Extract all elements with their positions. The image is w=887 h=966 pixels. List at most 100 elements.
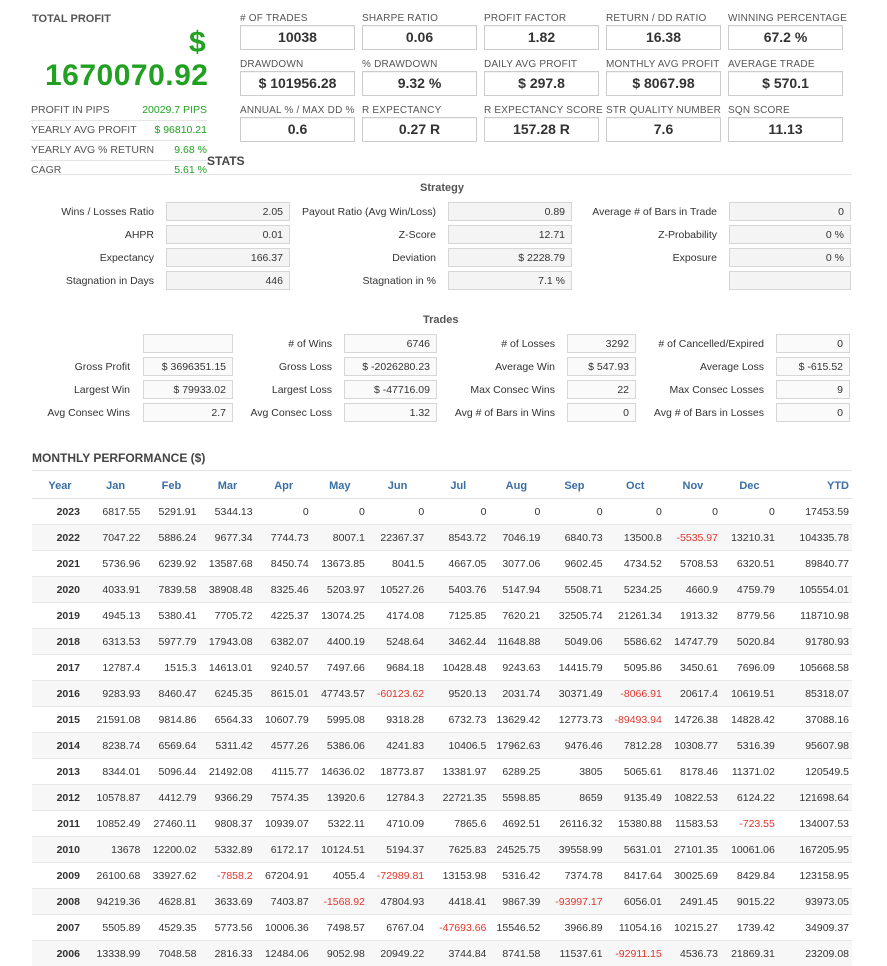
value-cell: 4055.4 (312, 863, 368, 889)
value-cell: 9602.45 (543, 551, 605, 577)
value-cell: 39558.99 (543, 837, 605, 863)
metric-label: SQN SCORE (728, 105, 790, 116)
column-header: Jan (88, 474, 143, 499)
value-cell: 8178.46 (665, 759, 721, 785)
value-cell: -5535.97 (665, 525, 721, 551)
metric-label: MONTHLY AVG PROFIT (606, 59, 720, 70)
value-cell: 95607.98 (778, 733, 852, 759)
side-stat-yearly-avg-return: YEARLY AVG % RETURN 9.68 % (31, 140, 207, 161)
strategy-label: Exposure (517, 252, 717, 264)
value-cell: 4529.35 (143, 915, 199, 941)
value-cell: 12200.02 (143, 837, 199, 863)
table-row: 200926100.6833927.62-7858.267204.914055.… (32, 863, 852, 889)
value-cell: 120549.5 (778, 759, 852, 785)
value-cell: 5736.96 (88, 551, 143, 577)
value-cell: 7374.78 (543, 863, 605, 889)
value-cell: 5194.37 (368, 837, 427, 863)
trades-label: Average Loss (564, 361, 764, 373)
value-cell: 17943.08 (199, 629, 255, 655)
value-cell: -7858.2 (199, 863, 255, 889)
side-stat-yearly-avg-profit: YEARLY AVG PROFIT $ 96810.21 (31, 120, 207, 141)
value-cell: -1568.92 (312, 889, 368, 915)
value-cell: 0 (543, 499, 605, 525)
value-cell: 10578.87 (88, 785, 143, 811)
metric-value: $ 297.8 (484, 71, 599, 96)
value-cell: 22367.37 (368, 525, 427, 551)
side-stat-value: 9.68 % (174, 144, 207, 156)
value-cell: 6320.51 (721, 551, 778, 577)
value-cell: 1515.3 (143, 655, 199, 681)
strategy-label: Average # of Bars in Trade (517, 206, 717, 218)
value-cell: 13920.6 (312, 785, 368, 811)
value-cell: 7625.83 (427, 837, 489, 863)
value-cell: 17962.63 (489, 733, 543, 759)
value-cell: 7047.22 (88, 525, 143, 551)
strategy-label: Expectancy (0, 252, 154, 264)
trades-label: Gross Profit (0, 361, 130, 373)
value-cell: -47693.66 (427, 915, 489, 941)
value-cell: 85318.07 (778, 681, 852, 707)
table-row: 20138344.015096.4421492.084115.7714636.0… (32, 759, 852, 785)
column-header: Year (32, 474, 88, 499)
value-cell: 121698.64 (778, 785, 852, 811)
column-header: May (312, 474, 368, 499)
value-cell: 38908.48 (199, 577, 255, 603)
value-cell: 4734.52 (606, 551, 665, 577)
metric-label: % DRAWDOWN (362, 59, 438, 70)
value-cell: -89493.94 (606, 707, 665, 733)
value-cell: 6817.55 (88, 499, 143, 525)
value-cell: 5020.84 (721, 629, 778, 655)
value-cell: 4577.26 (256, 733, 312, 759)
metric-label: WINNING PERCENTAGE (728, 13, 847, 24)
value-cell: 5995.08 (312, 707, 368, 733)
value-cell: 8007.1 (312, 525, 368, 551)
value-cell: 10406.5 (427, 733, 489, 759)
value-cell: 7696.09 (721, 655, 778, 681)
value-cell: 3462.44 (427, 629, 489, 655)
metric-value: 0.06 (362, 25, 477, 50)
side-stat-value: 20029.7 PIPS (142, 104, 207, 116)
year-cell: 2010 (32, 837, 88, 863)
value-cell: 32505.74 (543, 603, 605, 629)
value-cell: 4241.83 (368, 733, 427, 759)
metric-label: DRAWDOWN (240, 59, 303, 70)
value-cell: 9318.28 (368, 707, 427, 733)
value-cell: 13629.42 (489, 707, 543, 733)
value-cell: 13678 (88, 837, 143, 863)
value-cell: 5403.76 (427, 577, 489, 603)
value-cell: 4667.05 (427, 551, 489, 577)
value-cell: 4628.81 (143, 889, 199, 915)
value-cell: 0 (427, 499, 489, 525)
metric-value: 16.38 (606, 25, 721, 50)
value-cell: 8615.01 (256, 681, 312, 707)
value-cell: 6313.53 (88, 629, 143, 655)
value-cell: 18773.87 (368, 759, 427, 785)
value-cell: -8066.91 (606, 681, 665, 707)
value-cell: 9520.13 (427, 681, 489, 707)
value-cell: 5322.11 (312, 811, 368, 837)
year-cell: 2016 (32, 681, 88, 707)
value-cell: 30025.69 (665, 863, 721, 889)
value-cell: 0 (606, 499, 665, 525)
table-row: 20194945.135380.417705.724225.3713074.25… (32, 603, 852, 629)
value-cell: 21869.31 (721, 941, 778, 966)
metric-value: $ 8067.98 (606, 71, 721, 96)
value-cell: 5598.85 (489, 785, 543, 811)
value-cell: 14828.42 (721, 707, 778, 733)
value-cell: 5316.39 (721, 733, 778, 759)
value-cell: 13338.99 (88, 941, 143, 966)
value-cell: 12484.06 (256, 941, 312, 966)
column-header: Apr (256, 474, 312, 499)
trades-label: Max Consec Wins (355, 384, 555, 396)
value-cell: 6056.01 (606, 889, 665, 915)
value-cell: 11054.16 (606, 915, 665, 941)
value-cell: 3744.84 (427, 941, 489, 966)
value-cell: 8659 (543, 785, 605, 811)
table-row: 20227047.225886.249677.347744.738007.122… (32, 525, 852, 551)
column-header: Sep (543, 474, 605, 499)
value-cell: 6840.73 (543, 525, 605, 551)
value-cell: 13381.97 (427, 759, 489, 785)
value-cell: 0 (256, 499, 312, 525)
metric-label: DAILY AVG PROFIT (484, 59, 577, 70)
value-cell: 4115.77 (256, 759, 312, 785)
